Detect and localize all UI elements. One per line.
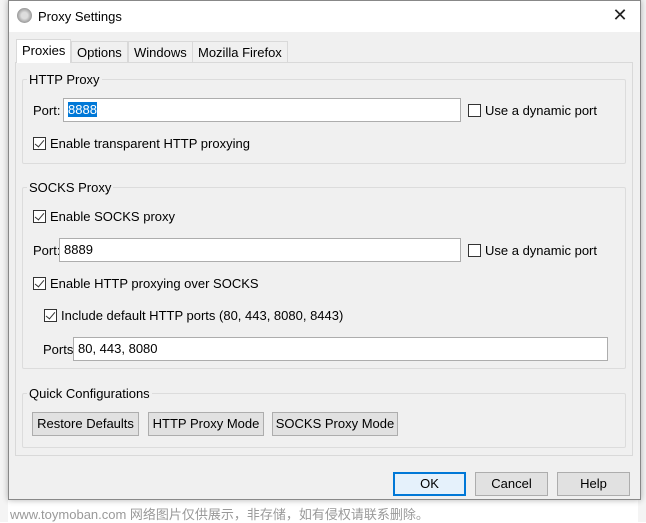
socks-port-label: Port: — [33, 243, 61, 258]
restore-defaults-button[interactable]: Restore Defaults — [32, 412, 139, 436]
checkbox-checked-icon — [33, 137, 46, 150]
checkbox-checked-icon — [33, 277, 46, 290]
window-title: Proxy Settings — [38, 9, 122, 24]
close-icon[interactable]: ✕ — [608, 5, 632, 26]
http-over-socks-checkbox[interactable]: Enable HTTP proxying over SOCKS — [33, 276, 259, 291]
socks-proxy-mode-button[interactable]: SOCKS Proxy Mode — [272, 412, 398, 436]
proxy-settings-dialog: Proxy Settings ✕ HTTP Proxy Port: 8888 U… — [8, 0, 641, 500]
http-proxy-mode-button[interactable]: HTTP Proxy Mode — [148, 412, 264, 436]
include-default-ports-checkbox[interactable]: Include default HTTP ports (80, 443, 808… — [44, 308, 343, 323]
http-proxy-group-label: HTTP Proxy — [27, 72, 102, 87]
enable-socks-checkbox[interactable]: Enable SOCKS proxy — [33, 209, 175, 224]
cancel-button[interactable]: Cancel — [475, 472, 548, 496]
help-button[interactable]: Help — [557, 472, 630, 496]
transparent-proxying-checkbox[interactable]: Enable transparent HTTP proxying — [33, 136, 250, 151]
http-dynamic-port-checkbox[interactable]: Use a dynamic port — [468, 103, 597, 118]
socks-proxy-group: SOCKS Proxy Enable SOCKS proxy Port: 888… — [22, 180, 626, 369]
tab-options[interactable]: Options — [71, 41, 128, 62]
ports-input[interactable]: 80, 443, 8080 — [73, 337, 608, 361]
title-bar: Proxy Settings ✕ — [9, 1, 640, 32]
watermark: www.toymoban.com 网络图片仅供展示，非存储，如有侵权请联系删除。 — [10, 507, 429, 522]
ports-label: Ports: — [43, 342, 77, 357]
http-port-label: Port: — [33, 103, 61, 118]
socks-dynamic-port-checkbox[interactable]: Use a dynamic port — [468, 243, 597, 258]
tab-windows[interactable]: Windows — [128, 41, 193, 62]
checkbox-checked-icon — [44, 309, 57, 322]
tab-mozilla-firefox[interactable]: Mozilla Firefox — [192, 41, 288, 62]
tab-proxies[interactable]: Proxies — [16, 39, 72, 63]
background-window-left — [0, 0, 8, 522]
quick-configurations-group: Quick Configurations Restore Defaults HT… — [22, 386, 626, 448]
http-port-input[interactable]: 8888 — [63, 98, 461, 122]
app-icon — [17, 8, 32, 23]
socks-port-input[interactable]: 8889 — [59, 238, 461, 262]
checkbox-icon — [468, 104, 481, 117]
checkbox-icon — [468, 244, 481, 257]
ok-button[interactable]: OK — [393, 472, 466, 496]
http-proxy-group: HTTP Proxy Port: 8888 Use a dynamic port… — [22, 72, 626, 164]
tab-panel-proxies: HTTP Proxy Port: 8888 Use a dynamic port… — [15, 62, 633, 456]
quick-configurations-label: Quick Configurations — [27, 386, 152, 401]
checkbox-checked-icon — [33, 210, 46, 223]
socks-proxy-group-label: SOCKS Proxy — [27, 180, 114, 195]
